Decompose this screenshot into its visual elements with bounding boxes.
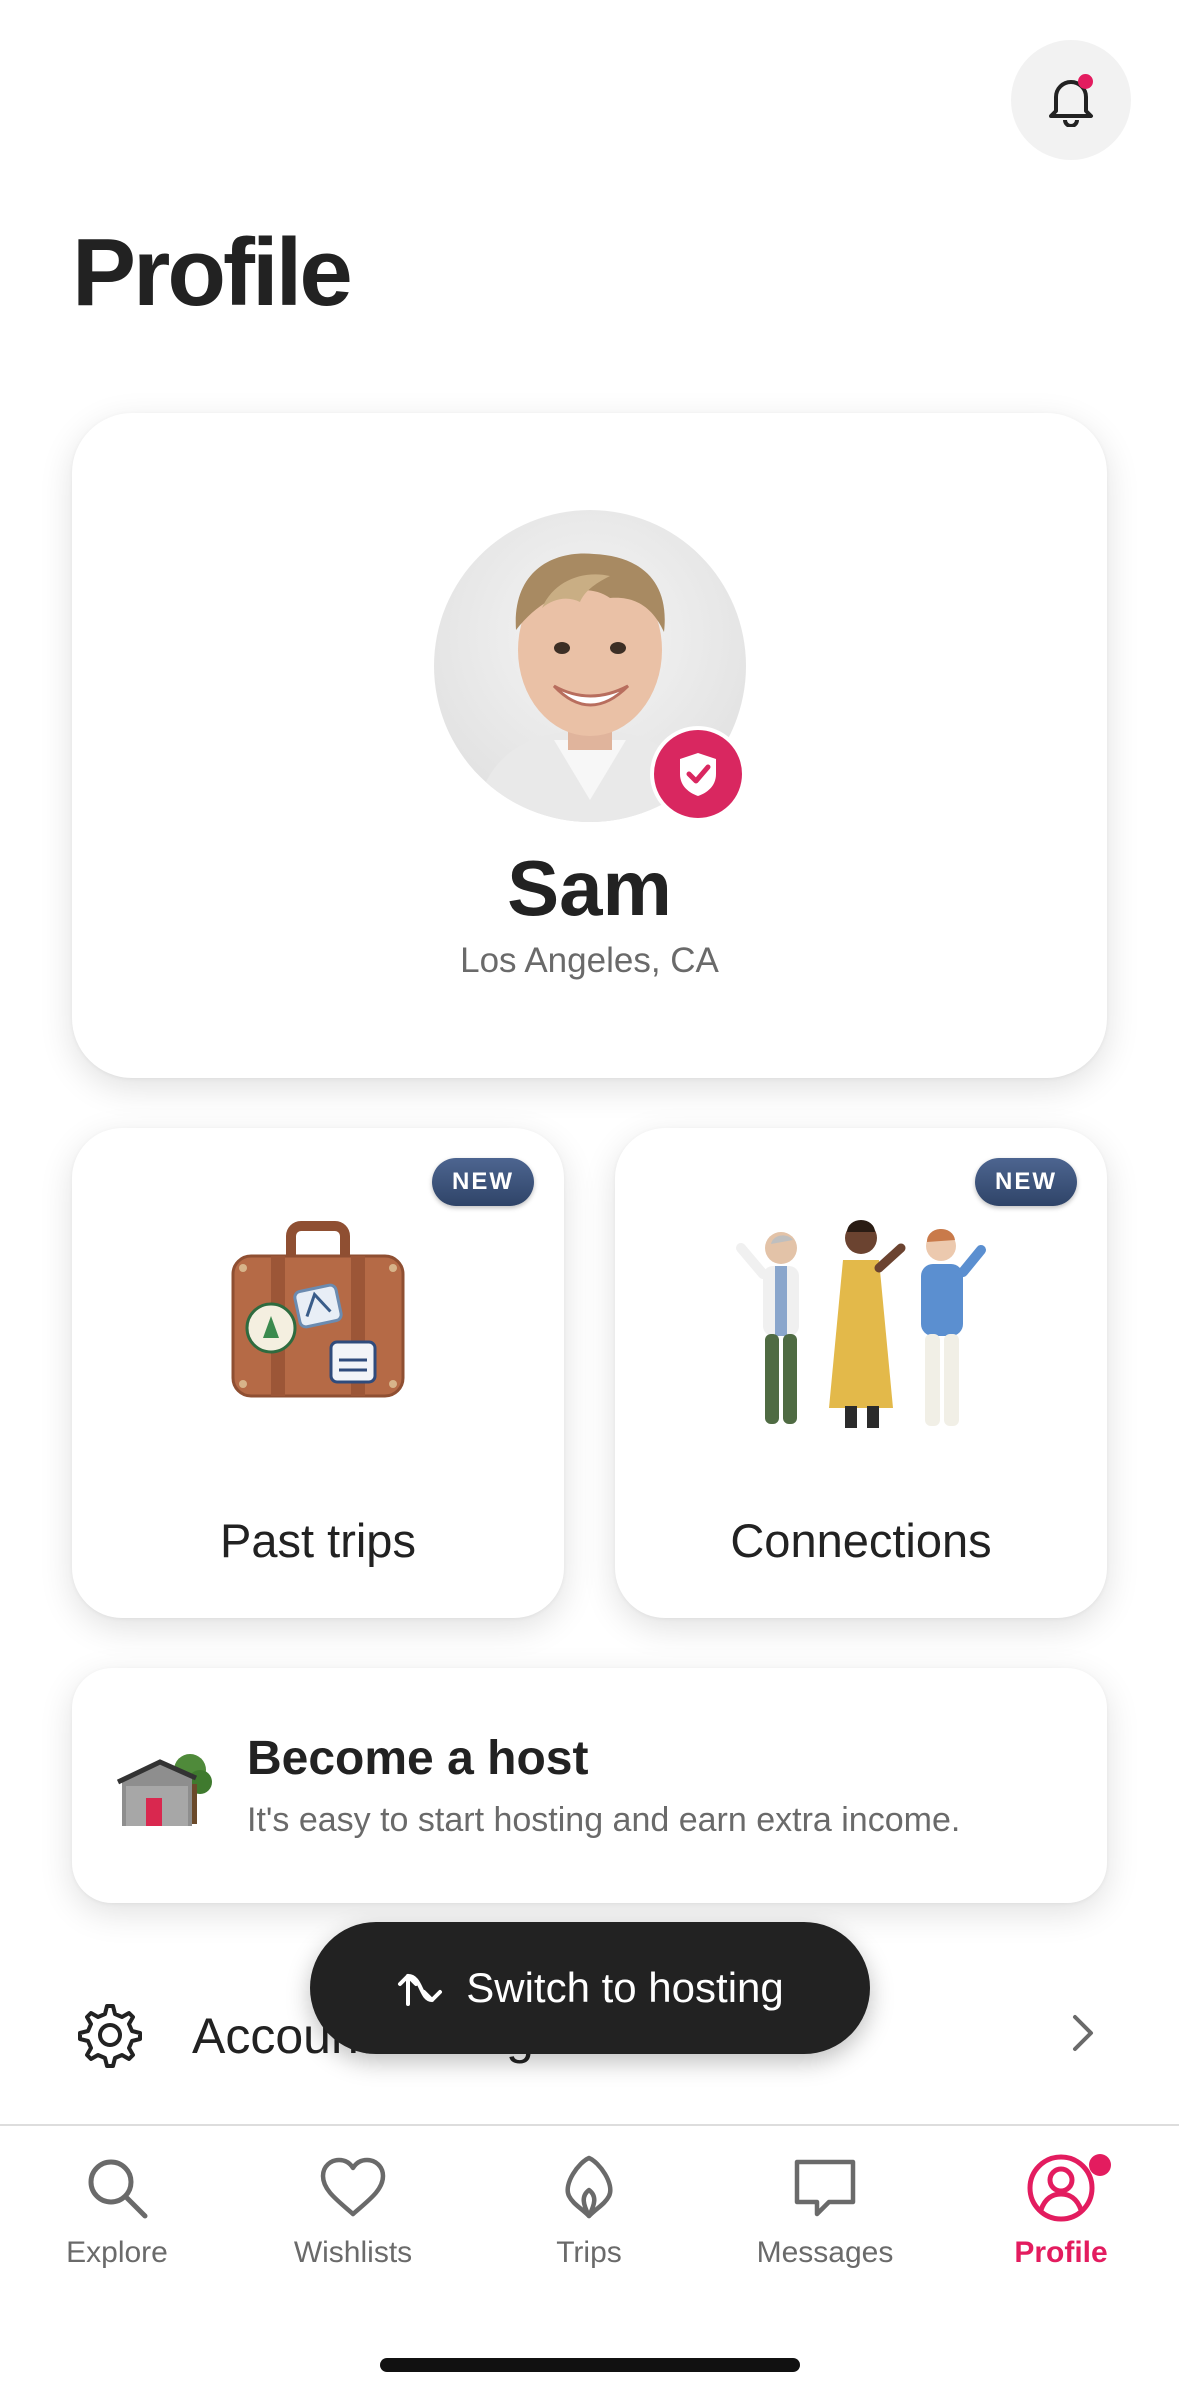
tab-messages[interactable]: Messages: [725, 2152, 925, 2292]
new-badge: NEW: [432, 1158, 534, 1206]
past-trips-label: Past trips: [220, 1514, 416, 1567]
tab-wishlists[interactable]: Wishlists: [253, 2152, 453, 2292]
people-icon: [736, 1220, 986, 1428]
connections-tile[interactable]: NEW Connections: [615, 1128, 1107, 1618]
airbnb-logo-icon: [565, 2155, 613, 2219]
home-indicator: [380, 2358, 800, 2372]
bottom-tab-bar: Explore Wishlists Trips Messages Profile: [0, 2124, 1179, 2398]
tab-trips[interactable]: Trips: [489, 2152, 689, 2292]
tab-trips-label: Trips: [556, 2236, 622, 2269]
search-icon: [88, 2159, 148, 2219]
house-icon: [116, 1754, 212, 1826]
profile-card[interactable]: Sam Los Angeles, CA: [72, 413, 1107, 1078]
shield-check-icon: [680, 753, 716, 796]
page-title: Profile: [72, 219, 353, 326]
switch-to-hosting-button[interactable]: Switch to hosting: [310, 1922, 870, 2054]
switch-to-hosting-label: Switch to hosting: [466, 1964, 784, 2011]
notifications-button[interactable]: [1011, 40, 1131, 160]
tab-profile-label: Profile: [1014, 2236, 1108, 2269]
tab-explore[interactable]: Explore: [17, 2152, 217, 2292]
user-location: Los Angeles, CA: [460, 941, 719, 980]
tab-wishlists-label: Wishlists: [293, 2236, 413, 2269]
verified-badge: [650, 726, 746, 822]
become-host-card[interactable]: Become a host It's easy to start hosting…: [72, 1668, 1107, 1903]
user-name: Sam: [507, 844, 672, 932]
gear-icon: [78, 2004, 142, 2068]
become-host-title: Become a host: [247, 1732, 589, 1785]
tab-profile[interactable]: Profile: [961, 2152, 1161, 2292]
become-host-subtitle: It's easy to start hosting and earn extr…: [247, 1801, 961, 1839]
tab-messages-label: Messages: [756, 2236, 894, 2269]
past-trips-tile[interactable]: NEW Past trips: [72, 1128, 564, 1618]
switch-icon: [398, 1974, 443, 2006]
suitcase-icon: [231, 1221, 405, 1398]
connections-label: Connections: [730, 1514, 992, 1567]
new-badge: NEW: [975, 1158, 1077, 1206]
heart-icon: [320, 2157, 386, 2217]
profile-icon: [1027, 2154, 1095, 2222]
profile-notification-dot: [1089, 2154, 1111, 2176]
message-icon: [794, 2159, 856, 2217]
chevron-right-icon: [1073, 2015, 1093, 2051]
tab-explore-label: Explore: [66, 2236, 168, 2269]
notification-dot: [1078, 74, 1093, 89]
